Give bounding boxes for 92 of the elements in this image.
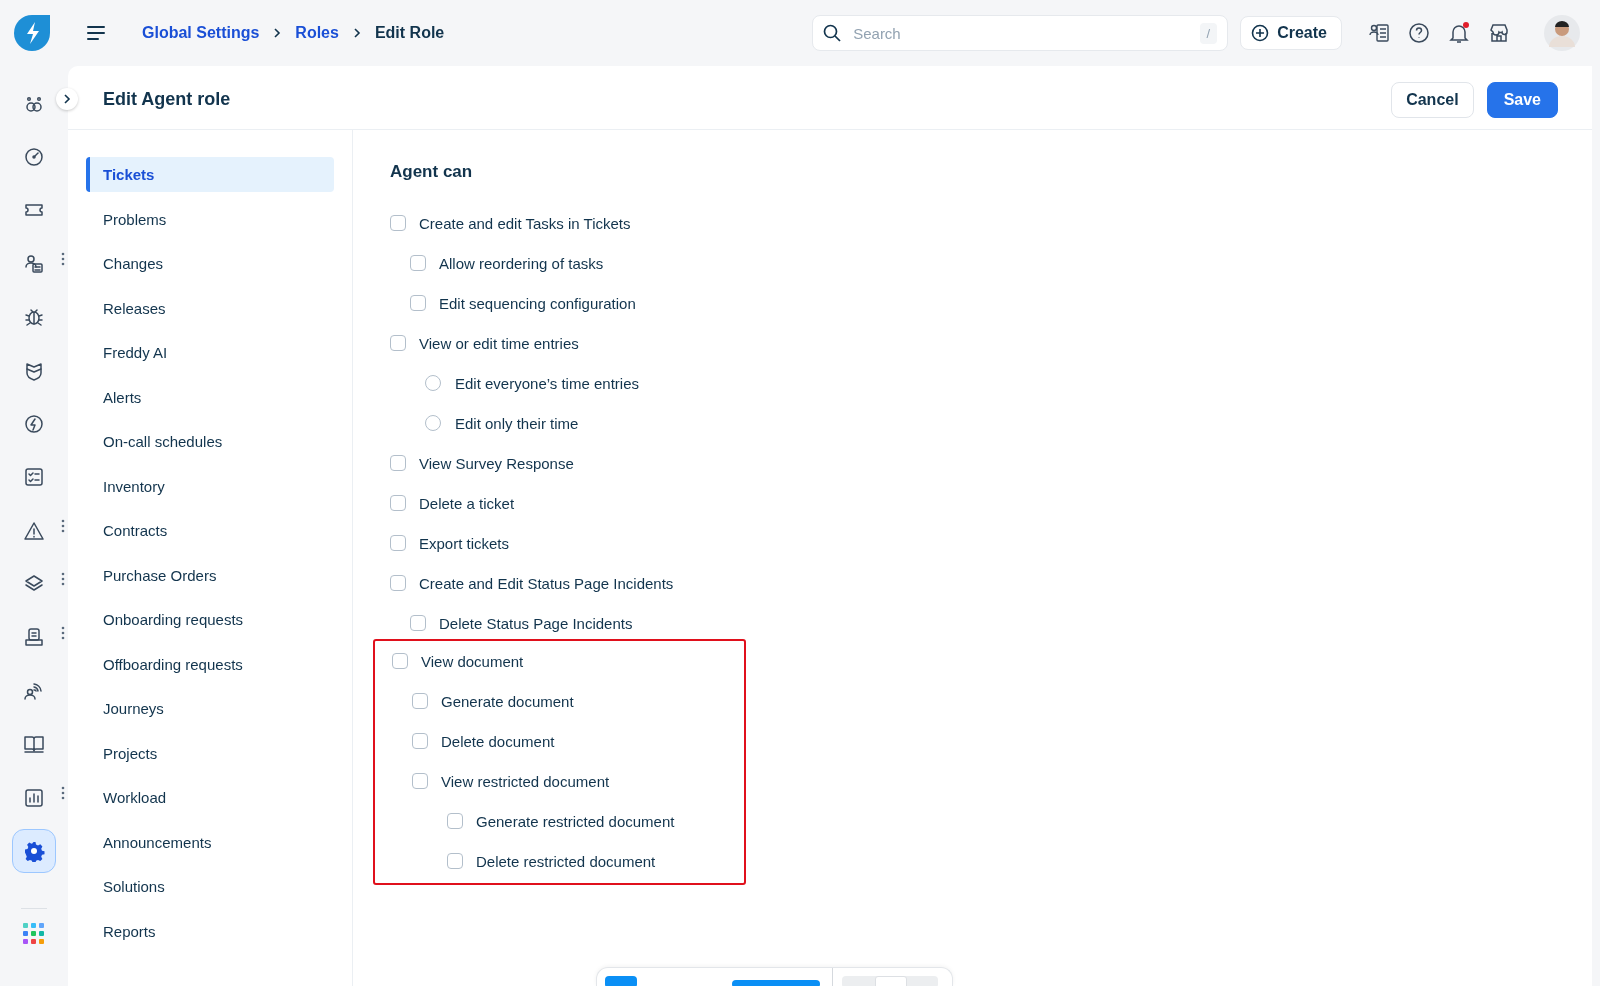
settings-nav-item[interactable]: Journeys bbox=[86, 691, 334, 726]
avatar[interactable] bbox=[1544, 15, 1580, 51]
more-icon[interactable] bbox=[61, 625, 65, 640]
settings-nav-item[interactable]: Tickets bbox=[86, 157, 334, 192]
gauge-icon bbox=[23, 146, 45, 169]
plus-circle-icon bbox=[1251, 24, 1270, 42]
breadcrumb-link[interactable]: Roles bbox=[295, 24, 339, 42]
settings-nav-item[interactable]: Releases bbox=[86, 290, 334, 326]
permission-label: View document bbox=[421, 652, 524, 670]
permission-label: Export tickets bbox=[419, 534, 510, 552]
settings-nav-item[interactable]: Offboarding requests bbox=[86, 646, 334, 682]
section-title: Agent can bbox=[390, 162, 474, 182]
permission-label: View restricted document bbox=[441, 772, 610, 790]
bug-icon bbox=[23, 306, 45, 329]
bell-icon bbox=[1448, 22, 1470, 44]
desk-icon bbox=[23, 626, 45, 649]
settings-nav-item[interactable]: Purchase Orders bbox=[86, 557, 334, 593]
permission-label: Delete document bbox=[441, 732, 555, 750]
checkbox[interactable] bbox=[410, 295, 426, 311]
page-title: Edit Agent role bbox=[103, 89, 231, 110]
menu-icon[interactable] bbox=[86, 25, 106, 41]
book-icon bbox=[23, 733, 45, 756]
shortcut-key: / bbox=[1199, 22, 1218, 44]
checkbox[interactable] bbox=[447, 853, 463, 869]
breadcrumb-current: Edit Role bbox=[374, 24, 445, 42]
expand-toggle[interactable] bbox=[56, 88, 78, 110]
breadcrumb-link[interactable]: Global Settings bbox=[142, 24, 260, 42]
settings-nav-item[interactable]: Solutions bbox=[86, 869, 334, 904]
settings-nav-item[interactable]: Freddy AI bbox=[86, 335, 334, 370]
apps-icon[interactable] bbox=[23, 922, 45, 945]
checkbox[interactable] bbox=[447, 813, 463, 829]
checkbox[interactable] bbox=[410, 615, 426, 631]
more-icon[interactable] bbox=[61, 785, 65, 800]
settings-nav-item[interactable]: On-call schedules bbox=[86, 424, 334, 459]
permission-label: Delete restricted document bbox=[476, 852, 656, 870]
warning-icon bbox=[23, 519, 45, 542]
settings-nav-item[interactable]: Announcements bbox=[86, 824, 334, 860]
cancel-button[interactable]: Cancel bbox=[1391, 81, 1474, 118]
settings-nav-item[interactable]: Contracts bbox=[86, 513, 334, 548]
checkbox[interactable] bbox=[412, 693, 428, 709]
permission-label: Create and Edit Status Page Incidents bbox=[419, 574, 674, 592]
more-icon[interactable] bbox=[61, 519, 65, 533]
notification-bell[interactable] bbox=[1448, 22, 1470, 44]
permission-label: Edit sequencing configuration bbox=[439, 294, 636, 312]
radio-button[interactable] bbox=[425, 375, 441, 391]
settings-nav-item[interactable]: Projects bbox=[86, 735, 334, 771]
rail-item[interactable] bbox=[12, 828, 56, 873]
checkbox[interactable] bbox=[412, 773, 428, 789]
chevron-right-icon bbox=[273, 27, 282, 39]
permission-label: Delete Status Page Incidents bbox=[439, 614, 633, 632]
more-icon[interactable] bbox=[61, 572, 65, 587]
checkbox[interactable] bbox=[390, 455, 406, 471]
checkbox[interactable] bbox=[390, 535, 406, 551]
help-icon[interactable] bbox=[1408, 22, 1430, 44]
bolt-circle-icon bbox=[23, 412, 45, 435]
logo-icon[interactable] bbox=[14, 15, 52, 51]
permission-label: Generate restricted document bbox=[476, 812, 675, 830]
radio-button[interactable] bbox=[425, 415, 441, 431]
store-icon[interactable] bbox=[1488, 22, 1510, 44]
settings-nav-item[interactable]: Onboarding requests bbox=[86, 602, 334, 637]
permission-label: Delete a ticket bbox=[419, 494, 515, 512]
permission-label: View Survey Response bbox=[419, 454, 574, 472]
settings-nav-item[interactable]: Problems bbox=[86, 201, 334, 237]
chart-icon bbox=[23, 786, 45, 809]
create-button[interactable]: Create bbox=[1240, 16, 1342, 50]
permission-label: Allow reordering of tasks bbox=[439, 254, 604, 272]
search-icon bbox=[823, 24, 842, 42]
permission-label: Edit only their time bbox=[455, 414, 579, 432]
checklist-icon bbox=[23, 466, 45, 489]
checkbox[interactable] bbox=[390, 335, 406, 351]
permission-label: Edit everyone’s time entries bbox=[455, 374, 639, 392]
settings-nav-item[interactable]: Changes bbox=[86, 246, 334, 281]
settings-nav-item[interactable]: Alerts bbox=[86, 379, 334, 415]
checkbox[interactable] bbox=[390, 575, 406, 591]
settings-icon bbox=[23, 839, 45, 862]
checkbox[interactable] bbox=[410, 255, 426, 271]
search-input[interactable]: Search bbox=[851, 23, 1190, 43]
checkbox[interactable] bbox=[390, 495, 406, 511]
settings-nav-item[interactable]: Reports bbox=[86, 913, 334, 949]
person-card-icon bbox=[23, 252, 45, 275]
chevron-right-icon bbox=[352, 27, 361, 39]
more-icon[interactable] bbox=[61, 252, 65, 267]
settings-nav-item[interactable]: Inventory bbox=[86, 468, 334, 504]
checkbox[interactable] bbox=[412, 733, 428, 749]
permission-label: View or edit time entries bbox=[419, 334, 579, 352]
permission-label: Create and edit Tasks in Tickets bbox=[419, 214, 631, 232]
contact-list-icon[interactable] bbox=[1368, 22, 1390, 44]
settings-nav-item[interactable]: Workload bbox=[86, 780, 334, 815]
checkbox[interactable] bbox=[392, 653, 408, 669]
checkbox[interactable] bbox=[390, 215, 406, 231]
save-button[interactable]: Save bbox=[1486, 81, 1558, 118]
permission-label: Generate document bbox=[441, 692, 574, 710]
